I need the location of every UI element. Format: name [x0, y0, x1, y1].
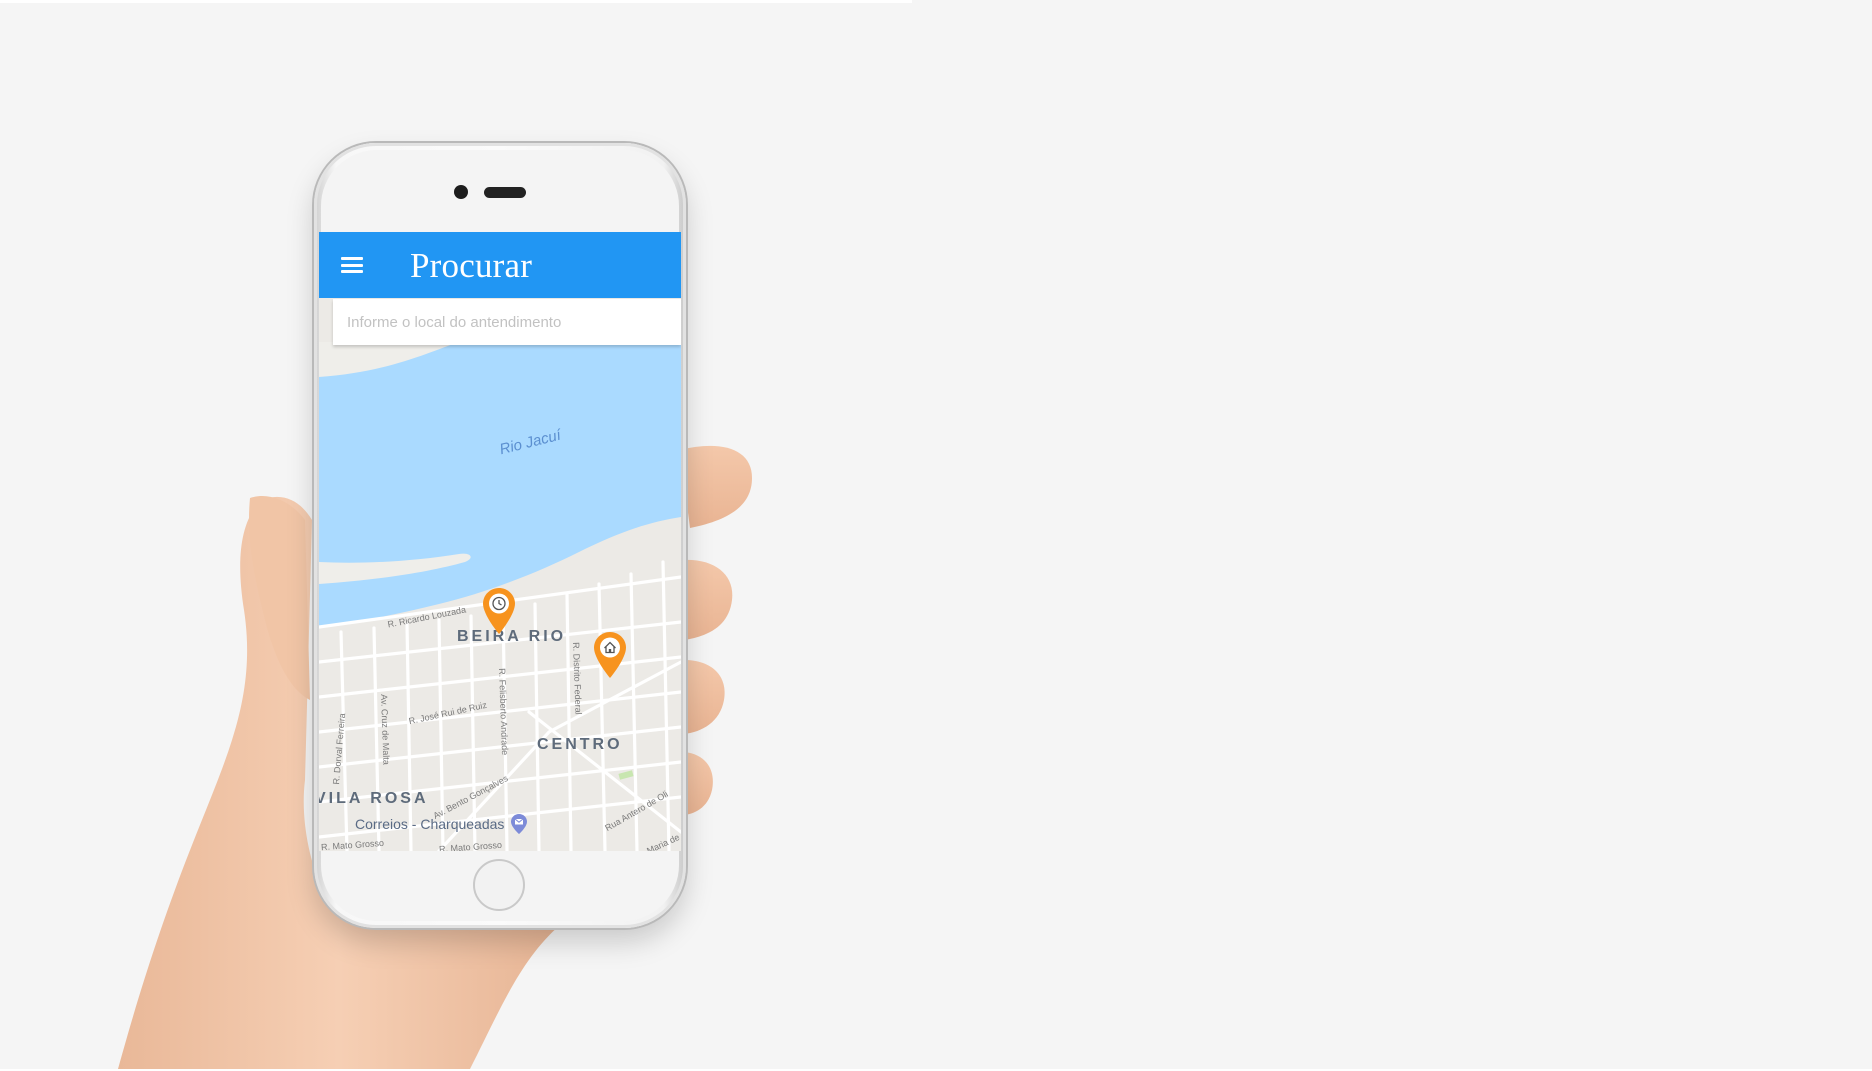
mail-icon[interactable]: [511, 814, 527, 834]
clock-marker[interactable]: [483, 588, 515, 634]
app-bar: Procurar: [319, 232, 681, 298]
phone-screen: Rio Jacuí BEIRA RIO CENTRO VILA ROSA R. …: [319, 232, 681, 851]
empty-background: [1000, 0, 1872, 1069]
neighborhood-label-centro: CENTRO: [537, 736, 623, 753]
front-camera: [454, 185, 468, 199]
search-field-container: [333, 299, 681, 345]
neighborhood-label-vila-rosa: VILA ROSA: [319, 790, 429, 807]
earpiece-speaker: [484, 187, 526, 198]
location-search-input[interactable]: [333, 299, 681, 345]
hamburger-menu-icon[interactable]: [341, 257, 363, 273]
home-marker[interactable]: [594, 632, 626, 678]
home-button[interactable]: [473, 859, 525, 911]
poi-label-correios[interactable]: Correios - Charqueadas: [355, 816, 504, 832]
page-title: Procurar: [410, 246, 533, 285]
